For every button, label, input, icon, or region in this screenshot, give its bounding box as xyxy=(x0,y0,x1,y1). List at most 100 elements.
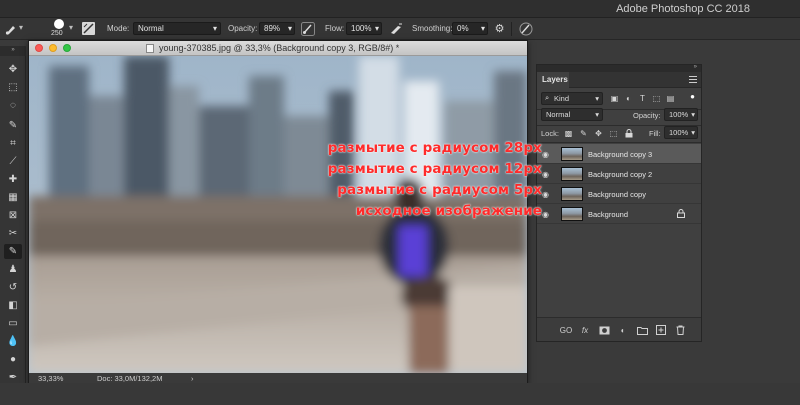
close-window-button[interactable] xyxy=(35,44,43,52)
brush-preset-icon[interactable] xyxy=(3,21,18,36)
filter-shape-icon[interactable]: ⬚ xyxy=(651,93,662,104)
link-layers-icon[interactable]: GO xyxy=(560,324,572,336)
layer-thumbnail xyxy=(561,187,583,201)
blend-mode-select[interactable]: Normal ▾ xyxy=(541,108,603,121)
blur-tool[interactable]: 💧 xyxy=(4,334,22,349)
lock-label: Lock: xyxy=(541,129,559,138)
gradient-tool-icon: ▭ xyxy=(8,318,18,329)
panel-menu-icon[interactable] xyxy=(689,76,697,83)
healing-tool-icon: ✚ xyxy=(8,174,18,185)
crop-tool[interactable]: ⌗ xyxy=(4,136,22,151)
filter-adjustment-icon[interactable]: ◐ xyxy=(623,93,634,104)
history-brush-tool-icon: ↺ xyxy=(8,282,18,293)
quick-select-tool[interactable]: ✎ xyxy=(4,118,22,133)
annotation-blur-5: размытие с радиусом 5px xyxy=(337,182,542,198)
zoom-window-button[interactable] xyxy=(63,44,71,52)
lock-all-icon[interactable] xyxy=(623,128,634,139)
brush-size-picker[interactable]: 250 xyxy=(50,19,68,39)
filter-toggle-icon[interactable]: ● xyxy=(687,91,698,102)
document-info: Doc: 33,0M/132,2M xyxy=(97,374,163,383)
filter-type-icon[interactable]: T xyxy=(637,93,648,104)
layer-filter-select[interactable]: ⌕ Kind ▾ xyxy=(541,92,603,105)
pressure-size-icon[interactable] xyxy=(518,21,533,36)
visibility-eye-icon[interactable]: ◉ xyxy=(542,170,549,179)
zoom-level[interactable]: 33,33% xyxy=(38,374,63,383)
panel-divider xyxy=(537,142,701,143)
move-tool-icon: ✥ xyxy=(8,64,18,75)
visibility-eye-icon[interactable]: ◉ xyxy=(542,210,549,219)
healing-tool[interactable]: ✚ xyxy=(4,172,22,187)
frame-tool[interactable]: ⊠ xyxy=(4,208,22,223)
dodge-tool-icon: ● xyxy=(9,354,17,365)
flow-chevron-icon: ▾ xyxy=(374,24,379,33)
panel-tab-bar: Layers xyxy=(537,72,701,88)
new-group-icon[interactable] xyxy=(636,324,648,336)
content-aware-move-tool[interactable]: ✂ xyxy=(4,226,22,241)
lock-artboard-icon[interactable]: ⬚ xyxy=(608,128,619,139)
adjustment-layer-icon[interactable]: ◐ xyxy=(617,324,629,336)
brush-size-chevron-icon[interactable]: ▾ xyxy=(69,23,73,32)
visibility-eye-icon[interactable]: ◉ xyxy=(542,190,549,199)
lock-position-icon[interactable]: ✥ xyxy=(593,128,604,139)
layer-row[interactable]: ◉ Background copy 3 xyxy=(537,144,701,164)
mode-select[interactable]: Normal ▾ xyxy=(133,22,221,35)
lasso-tool[interactable]: ◌ xyxy=(4,98,22,113)
history-brush-tool[interactable]: ↺ xyxy=(4,280,22,295)
layers-panel: » Layers ⌕ Kind ▾ ▣ ◐ T ⬚ ▤ ● Normal ▾ O… xyxy=(536,64,702,342)
eyedropper-tool[interactable]: ⟋ xyxy=(4,154,22,169)
panel-collapse-icon[interactable]: » xyxy=(694,64,697,70)
smoothing-field[interactable]: 0% ▾ xyxy=(452,22,488,35)
smoothing-options-gear-icon[interactable]: ⚙ xyxy=(492,21,507,36)
pressure-opacity-icon[interactable] xyxy=(300,21,315,36)
layer-thumbnail xyxy=(561,147,583,161)
toolbox-collapse-icon[interactable]: » xyxy=(0,46,26,56)
layer-row[interactable]: ◉ Background xyxy=(537,204,701,224)
flow-label: Flow: xyxy=(325,24,345,33)
fx-icon[interactable]: fx xyxy=(579,324,591,336)
eraser-tool[interactable]: ◧ xyxy=(4,298,22,313)
layer-name: Background xyxy=(588,210,629,219)
lock-image-icon[interactable]: ✎ xyxy=(578,128,589,139)
brush-preset-chevron-icon[interactable]: ▾ xyxy=(19,23,23,32)
fill-field[interactable]: 100% ▾ xyxy=(664,126,698,139)
filter-smart-object-icon[interactable]: ▤ xyxy=(665,93,676,104)
clone-stamp-tool[interactable]: ♟ xyxy=(4,262,22,277)
add-mask-icon[interactable] xyxy=(598,324,610,336)
status-menu-arrow-icon[interactable]: › xyxy=(191,374,194,383)
tab-layers[interactable]: Layers xyxy=(537,72,569,88)
frame-tool-icon: ⊠ xyxy=(8,210,18,221)
opacity-field[interactable]: 89% ▾ xyxy=(259,22,295,35)
layer-row[interactable]: ◉ Background copy xyxy=(537,184,701,204)
move-tool[interactable]: ✥ xyxy=(4,62,22,77)
filter-pixel-icon[interactable]: ▣ xyxy=(609,93,620,104)
fill-value: 100% xyxy=(669,128,689,137)
minimize-window-button[interactable] xyxy=(49,44,57,52)
annotation-original: исходное изображение xyxy=(355,203,542,219)
gradient-tool[interactable]: ▭ xyxy=(4,316,22,331)
content-aware-move-tool-icon: ✂ xyxy=(8,228,18,239)
brush-settings-panel-icon[interactable] xyxy=(82,22,95,35)
dodge-tool[interactable]: ● xyxy=(4,352,22,367)
layer-name: Background copy xyxy=(588,190,646,199)
brush-tool[interactable]: ✎ xyxy=(4,244,22,259)
layer-lock-icon[interactable] xyxy=(677,209,685,218)
mode-value: Normal xyxy=(138,24,164,33)
layer-opacity-chevron-icon: ▾ xyxy=(691,110,695,119)
delete-layer-icon[interactable] xyxy=(674,324,686,336)
layer-opacity-field[interactable]: 100% ▾ xyxy=(664,108,698,121)
layers-panel-footer: GO fx ◐ xyxy=(537,317,701,341)
brush-tip-icon xyxy=(54,19,64,29)
flow-field[interactable]: 100% ▾ xyxy=(346,22,382,35)
flow-value: 100% xyxy=(351,24,372,33)
brush-size-value: 250 xyxy=(51,30,63,37)
marquee-tool[interactable]: ⬚ xyxy=(4,80,22,95)
document-title-bar[interactable]: young-370385.jpg @ 33,3% (Background cop… xyxy=(29,41,527,56)
app-title: Adobe Photoshop CC 2018 xyxy=(616,3,750,15)
patch-tool[interactable]: ▦ xyxy=(4,190,22,205)
patch-tool-icon: ▦ xyxy=(8,192,18,203)
lock-transparent-icon[interactable]: ▩ xyxy=(563,128,574,139)
airbrush-icon[interactable] xyxy=(388,21,403,36)
layer-row[interactable]: ◉ Background copy 2 xyxy=(537,164,701,184)
new-layer-icon[interactable] xyxy=(655,324,667,336)
visibility-eye-icon[interactable]: ◉ xyxy=(542,150,549,159)
